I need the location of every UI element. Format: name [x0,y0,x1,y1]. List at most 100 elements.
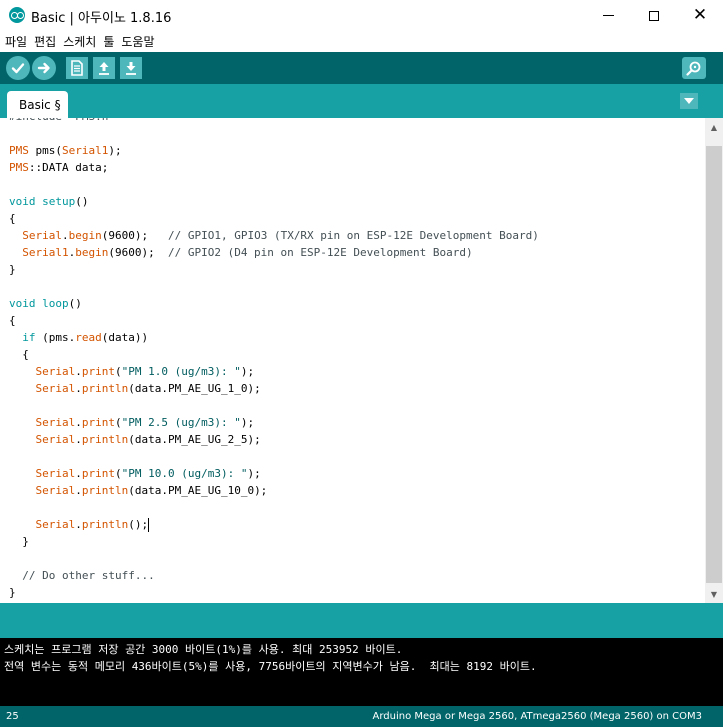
text-cursor [148,518,150,532]
code-token: { [9,212,16,225]
code-token: . [75,382,82,395]
code-line: Serial.println(); [9,516,539,533]
menu-edit[interactable]: 편집 [34,31,61,52]
editor-scrollbar[interactable]: ▲ ▼ [705,118,723,603]
code-comment: #include "PMS.h" [9,118,115,123]
code-token: . [62,229,69,242]
code-keyword: println [81,433,129,446]
arduino-logo-icon [9,7,25,23]
code-line: if (pms.read(data)) [9,329,539,346]
console-output: 스케치는 프로그램 저장 공간 3000 바이트(1%)를 사용. 최대 253… [0,638,723,706]
menu-sketch[interactable]: 스케치 [63,31,101,52]
scroll-up-icon[interactable]: ▲ [705,118,723,136]
code-line: Serial.println(data.PM_AE_UG_1_0); [9,380,539,397]
code-token: . [75,467,82,480]
code-line: PMS::DATA data; [9,159,539,176]
open-button[interactable] [93,57,115,79]
console-line: 스케치는 프로그램 저장 공간 3000 바이트(1%)를 사용. 최대 253… [4,643,403,656]
verify-button[interactable] [6,56,30,80]
code-line: // Do other stuff... [9,567,539,584]
open-icon [99,62,109,75]
code-token: . [75,416,82,429]
code-comment: // GPIO1, GPIO3 (TX/RX pin on ESP-12E De… [167,229,539,242]
console-line: 전역 변수는 동적 메모리 436바이트(5%)를 사용, 7756바이트의 지… [4,660,537,673]
menu-tools[interactable]: 툴 [103,31,119,52]
toolbar [0,52,723,84]
tab-strip: Basic § [0,84,723,118]
code-keyword: Serial [35,416,76,429]
minimize-button[interactable] [585,0,631,31]
chevron-down-icon [684,98,694,104]
code-token: . [75,484,82,497]
code-token: (9600); [108,246,168,259]
code-token: . [75,365,82,378]
code-token: . [75,518,82,531]
code-keyword: println [81,484,129,497]
code-line: { [9,210,539,227]
code-keyword: if [22,331,36,344]
scrollbar-thumb[interactable] [706,146,722,583]
save-button[interactable] [120,57,142,79]
code-line: { [9,312,539,329]
code-keyword: loop [42,297,69,310]
serial-monitor-icon [686,61,701,76]
code-keyword: PMS [9,161,29,174]
menu-file[interactable]: 파일 [5,31,32,52]
code-keyword: Serial [35,382,76,395]
code-token: (9600); [101,229,168,242]
code-keyword: PMS [9,144,29,157]
serial-monitor-button[interactable] [682,57,706,79]
code-keyword: Serial [35,484,76,497]
new-sketch-button[interactable] [66,57,88,79]
code-token: ); [240,365,255,378]
menu-help[interactable]: 도움말 [121,31,159,52]
code-text: #include "PMS.h" PMS pms(Serial1);PMS::D… [9,118,539,601]
code-string: "PM 10.0 (ug/m3): " [121,467,248,480]
scroll-down-icon[interactable]: ▼ [705,585,723,603]
code-token: () [68,297,82,310]
code-keyword: setup [42,195,76,208]
status-bar: 25 Arduino Mega or Mega 2560, ATmega2560… [0,706,723,727]
code-line: Serial.print("PM 10.0 (ug/m3): "); [9,465,539,482]
upload-button[interactable] [32,56,56,80]
code-keyword: Serial [22,229,62,242]
close-icon: ✕ [692,5,708,25]
code-token: { [9,348,29,361]
code-token: (data)) [101,331,149,344]
tab-basic[interactable]: Basic § [7,91,68,118]
code-token: (data.PM_AE_UG_2_5); [128,433,261,446]
code-line: Serial.begin(9600); // GPIO1, GPIO3 (TX/… [9,227,539,244]
code-token: } [9,263,16,276]
code-line: Serial.println(data.PM_AE_UG_2_5); [9,431,539,448]
code-line: Serial1.begin(9600); // GPIO2 (D4 pin on… [9,244,539,261]
code-token: () [75,195,89,208]
window-title: Basic | 아두이노 1.8.16 [31,11,172,26]
code-keyword: print [81,365,115,378]
tab-menu-button[interactable] [680,93,698,109]
code-token: ( [115,365,122,378]
code-token: (pms. [35,331,76,344]
save-icon [126,62,136,75]
close-button[interactable]: ✕ [677,0,723,31]
code-token: . [75,433,82,446]
code-line: void setup() [9,193,539,210]
code-token: ( [115,416,122,429]
maximize-button[interactable] [631,0,677,31]
code-keyword: void [9,297,36,310]
code-editor[interactable]: #include "PMS.h" PMS pms(Serial1);PMS::D… [0,118,705,603]
code-keyword: begin [75,246,109,259]
code-keyword: begin [68,229,102,242]
